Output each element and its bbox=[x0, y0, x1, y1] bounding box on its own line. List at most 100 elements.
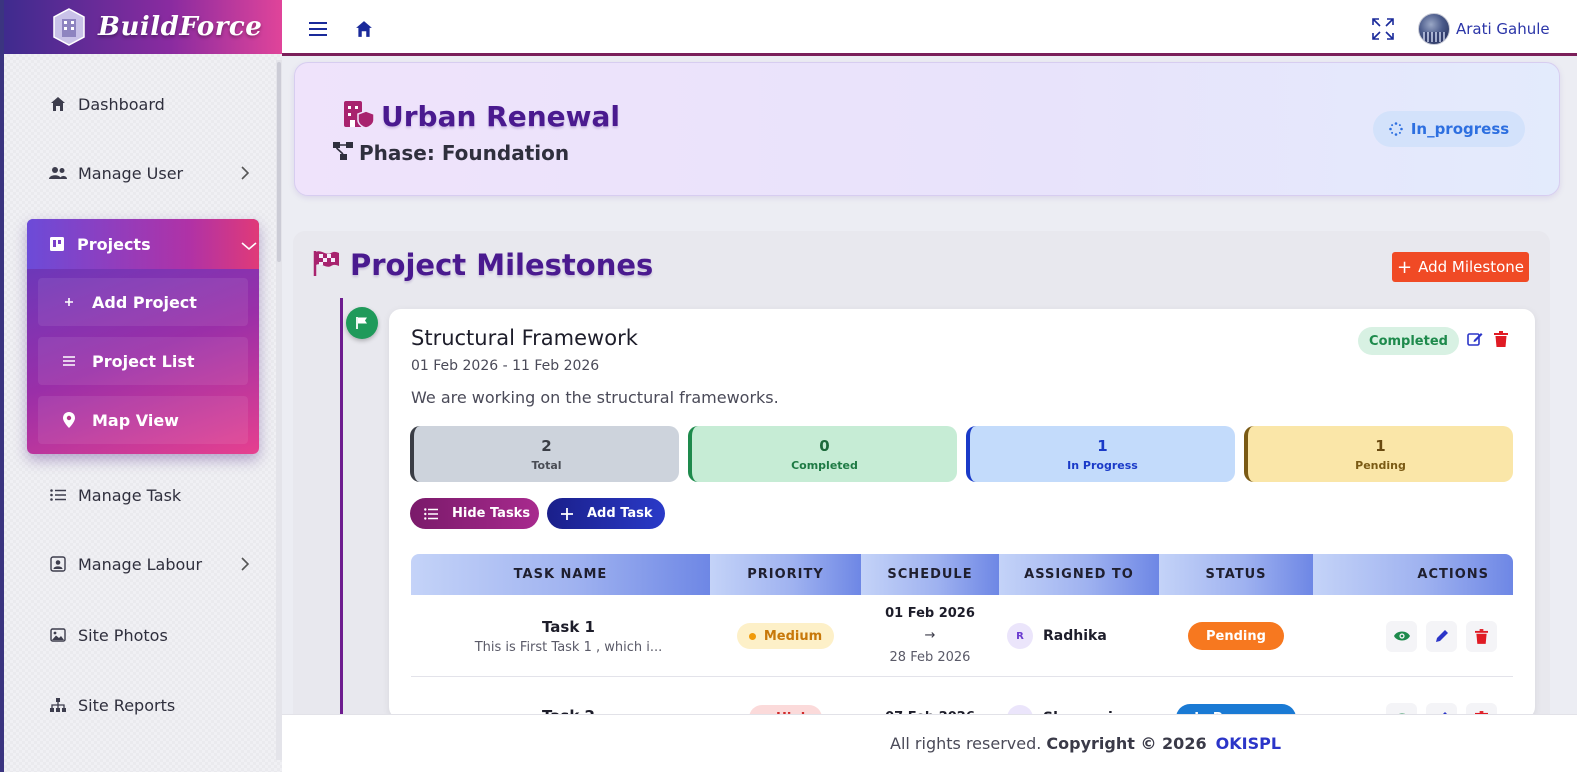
sidebar-item-label: Projects bbox=[77, 234, 151, 254]
column-header-task-name[interactable]: TASK NAME bbox=[411, 554, 710, 595]
reports-icon bbox=[48, 695, 68, 715]
building-shield-icon bbox=[343, 99, 375, 133]
plus-icon bbox=[60, 297, 78, 307]
project-status-text: In_progress bbox=[1410, 120, 1510, 138]
priority-cell: Medium bbox=[710, 595, 861, 677]
footer-text: All rights reserved. Copyright © 2026 OK… bbox=[890, 734, 1281, 753]
labour-icon bbox=[48, 554, 68, 574]
add-task-button[interactable]: Add Task bbox=[547, 498, 665, 529]
sidebar-projects-group: Projects Add Project Project List Map Vi… bbox=[27, 219, 259, 454]
trash-icon[interactable] bbox=[1466, 620, 1497, 652]
stat-total: 2 Total bbox=[410, 426, 679, 482]
sidebar-item-label: Dashboard bbox=[78, 94, 165, 114]
stat-pending-value: 1 bbox=[1375, 436, 1386, 455]
hide-tasks-button[interactable]: Hide Tasks bbox=[410, 498, 539, 529]
sidebar-subitem-map-view[interactable]: Map View bbox=[38, 396, 248, 444]
project-status-badge: In_progress bbox=[1373, 111, 1525, 147]
sidebar-item-site-reports[interactable]: Site Reports bbox=[28, 680, 258, 730]
projects-icon bbox=[47, 234, 67, 254]
sidebar-item-projects[interactable]: Projects bbox=[27, 219, 259, 269]
milestone-name: Structural Framework bbox=[411, 326, 638, 350]
task-description: This is First Task 1 , which i... bbox=[474, 639, 663, 655]
stat-completed-value: 0 bbox=[819, 436, 830, 455]
pencil-icon[interactable] bbox=[1426, 620, 1457, 652]
stat-total-value: 2 bbox=[541, 436, 552, 455]
sidebar-subitem-label: Add Project bbox=[92, 292, 197, 312]
fullscreen-icon[interactable] bbox=[1372, 18, 1394, 40]
tasks-table-header: TASK NAME PRIORITY SCHEDULE ASSIGNED TO … bbox=[411, 554, 1513, 595]
priority-cell: High bbox=[710, 677, 861, 719]
sidebar-subitem-add-project[interactable]: Add Project bbox=[38, 278, 248, 326]
column-header-status[interactable]: STATUS bbox=[1159, 554, 1313, 595]
sidebar-item-label: Site Photos bbox=[78, 625, 168, 645]
timeline-line bbox=[340, 298, 343, 718]
sidebar-item-label: Manage Task bbox=[78, 485, 182, 505]
sidebar-item-dashboard[interactable]: Dashboard bbox=[28, 79, 258, 129]
sidebar-scrollbar-thumb[interactable] bbox=[277, 62, 281, 262]
home-icon bbox=[48, 94, 68, 114]
plus-icon bbox=[561, 507, 573, 520]
chevron-right-icon bbox=[240, 165, 250, 184]
schedule-start: 01 Feb 2026 bbox=[885, 606, 975, 621]
stat-completed-label: Completed bbox=[791, 458, 858, 472]
milestone-dates: 01 Feb 2026 - 11 Feb 2026 bbox=[411, 358, 600, 374]
status-cell: In Progress bbox=[1159, 677, 1313, 719]
assigned-cell: S Shravani bbox=[1007, 677, 1159, 719]
stat-in-progress: 1 In Progress bbox=[966, 426, 1235, 482]
sidebar-item-manage-task[interactable]: Manage Task bbox=[28, 470, 258, 520]
trash-icon[interactable] bbox=[1494, 331, 1508, 351]
sidebar-item-manage-labour[interactable]: Manage Labour bbox=[28, 539, 258, 589]
chevron-down-icon bbox=[241, 236, 257, 255]
stat-total-label: Total bbox=[531, 458, 562, 472]
task-name: Task 1 bbox=[542, 617, 595, 636]
map-pin-icon bbox=[60, 412, 78, 428]
sidebar-item-label: Manage User bbox=[78, 163, 184, 183]
users-icon bbox=[48, 163, 68, 183]
stat-completed: 0 Completed bbox=[688, 426, 957, 482]
column-header-assigned-to[interactable]: ASSIGNED TO bbox=[999, 554, 1159, 595]
edit-icon[interactable] bbox=[1467, 331, 1483, 351]
footer-org-link[interactable]: OKISPL bbox=[1216, 734, 1281, 753]
page-title: Urban Renewal bbox=[381, 99, 620, 133]
stat-in-progress-value: 1 bbox=[1097, 436, 1108, 455]
add-milestone-button[interactable]: + Add Milestone bbox=[1392, 252, 1529, 282]
flag-icon bbox=[346, 307, 378, 339]
list-icon bbox=[424, 507, 438, 520]
hamburger-icon[interactable] bbox=[307, 18, 329, 40]
schedule-arrow: → bbox=[924, 628, 936, 643]
add-milestone-label: Add Milestone bbox=[1418, 258, 1525, 276]
schedule-cell: 01 Feb 2026 → 28 Feb 2026 bbox=[861, 595, 999, 677]
top-bar: Arati Gahule bbox=[282, 0, 1577, 56]
milestone-status-badge: Completed bbox=[1358, 327, 1459, 355]
chevron-right-icon bbox=[240, 556, 250, 575]
add-task-label: Add Task bbox=[587, 506, 653, 521]
assignee-name: Radhika bbox=[1043, 628, 1107, 644]
column-header-actions[interactable]: ACTIONS bbox=[1313, 554, 1513, 595]
sidebar-item-site-photos[interactable]: Site Photos bbox=[28, 610, 258, 660]
column-header-priority[interactable]: PRIORITY bbox=[710, 554, 861, 595]
user-menu[interactable]: Arati Gahule bbox=[1418, 13, 1550, 45]
home-icon[interactable] bbox=[353, 18, 375, 40]
project-phase: Phase: Foundation bbox=[333, 141, 569, 165]
priority-dot bbox=[748, 632, 756, 640]
assigned-cell: R Radhika bbox=[1007, 595, 1159, 677]
priority-badge: Medium bbox=[736, 623, 835, 649]
table-row: Task 2 High 07 Feb 2026 S Shravani bbox=[411, 677, 1513, 719]
building-logo-icon bbox=[48, 6, 90, 48]
milestone-description: We are working on the structural framewo… bbox=[411, 388, 779, 407]
stat-pending-label: Pending bbox=[1355, 458, 1406, 472]
phase-diagram-icon bbox=[333, 141, 353, 165]
view-icon[interactable] bbox=[1386, 620, 1417, 652]
column-header-schedule[interactable]: SCHEDULE bbox=[861, 554, 999, 595]
row-actions bbox=[1377, 620, 1497, 652]
sidebar-item-label: Site Reports bbox=[78, 695, 176, 715]
table-row: Task 1 This is First Task 1 , which i...… bbox=[411, 595, 1513, 677]
list-icon bbox=[60, 356, 78, 366]
footer-rights: All rights reserved. bbox=[890, 734, 1042, 753]
priority-text: Medium bbox=[763, 628, 823, 644]
brand-name: BuildForce bbox=[98, 12, 263, 42]
task-name-cell: Task 1 This is First Task 1 , which i... bbox=[411, 595, 726, 677]
sidebar-item-manage-user[interactable]: Manage User bbox=[28, 148, 258, 198]
brand-header[interactable]: BuildForce bbox=[4, 0, 282, 54]
sidebar-subitem-project-list[interactable]: Project List bbox=[38, 337, 248, 385]
